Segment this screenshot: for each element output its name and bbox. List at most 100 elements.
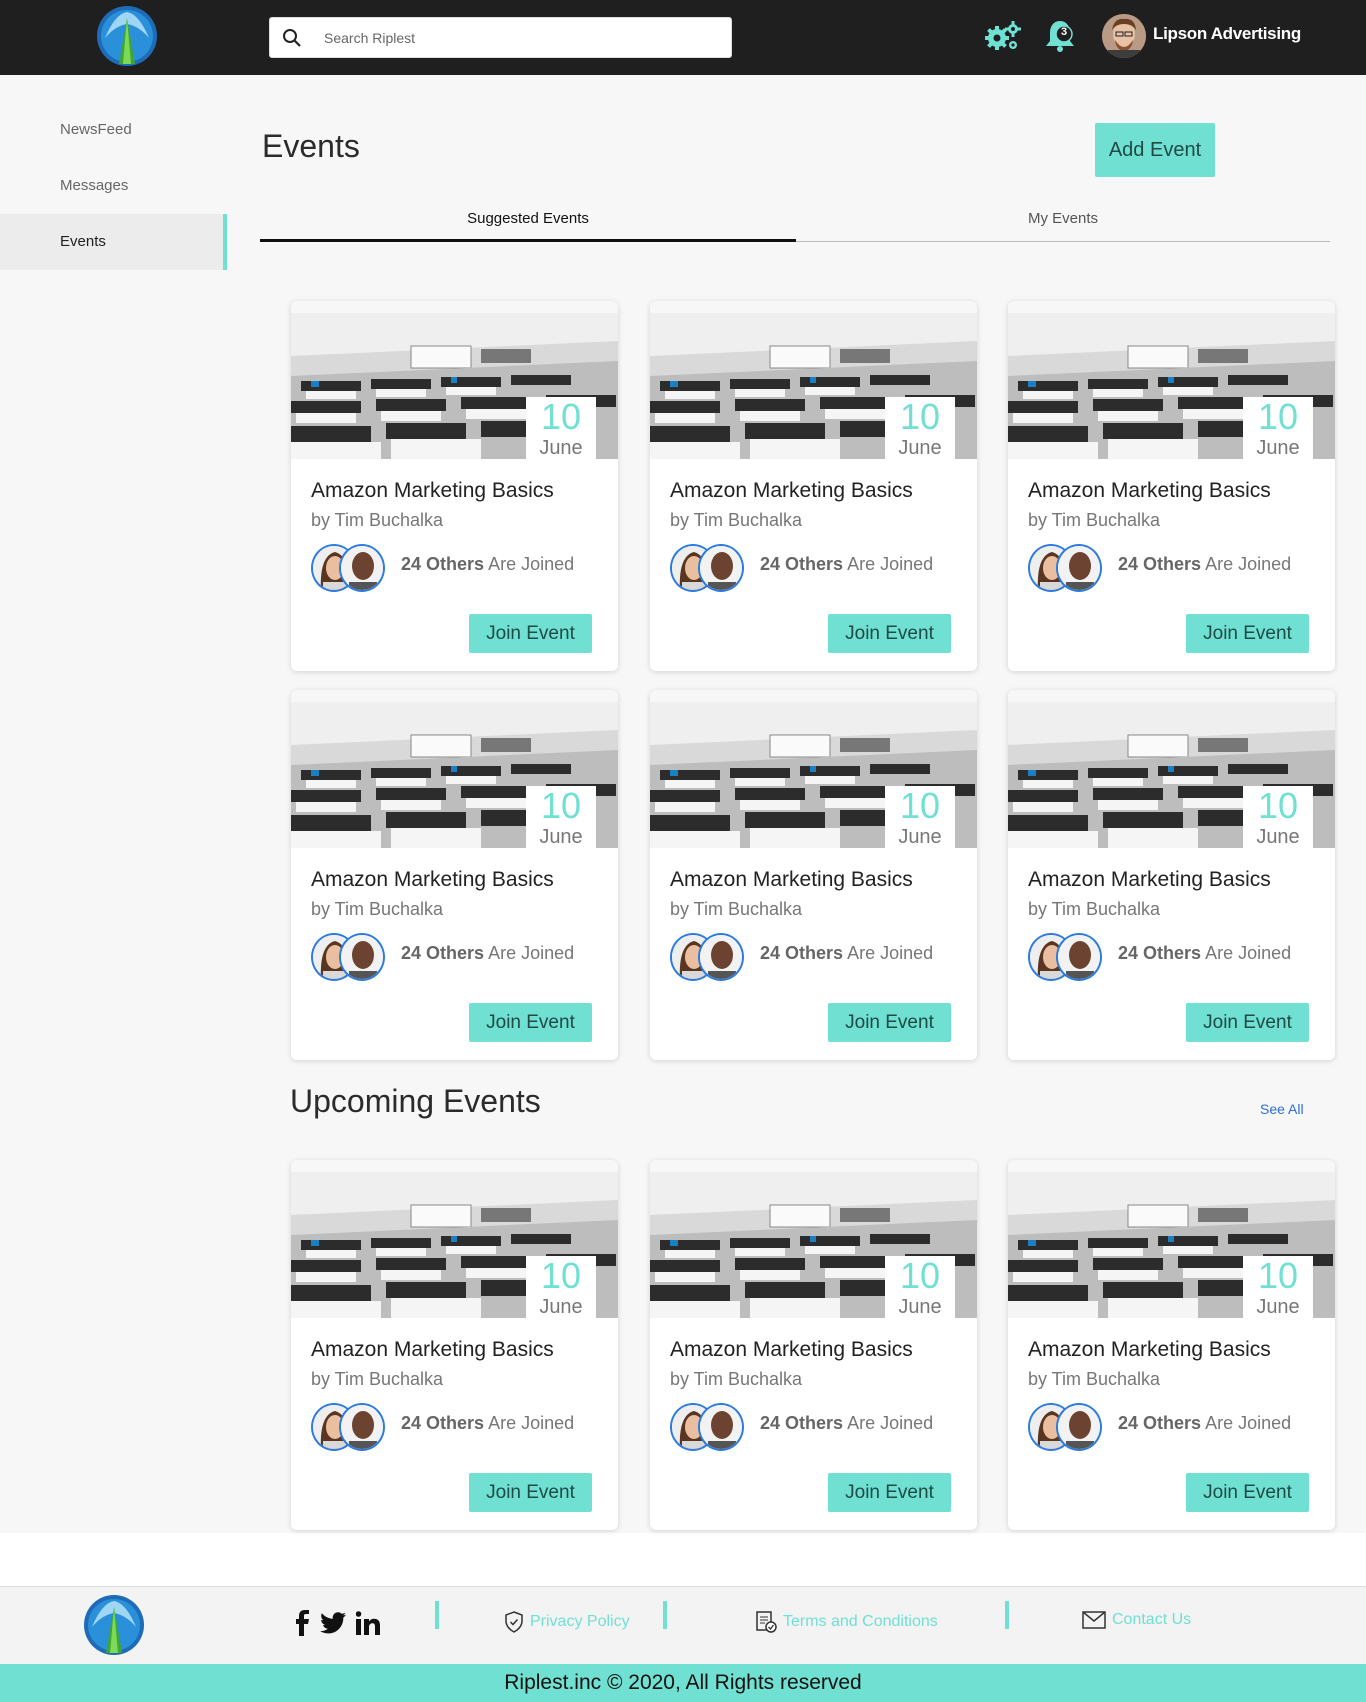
event-title[interactable]: Amazon Marketing Basics (1028, 479, 1271, 503)
event-card[interactable]: 10 June Amazon Marketing Basics by Tim B… (291, 1160, 618, 1530)
join-event-button[interactable]: Join Event (828, 1003, 951, 1042)
user-avatar[interactable] (1102, 14, 1146, 58)
notifications-bell[interactable]: 3 (1042, 18, 1078, 54)
event-day: 10 (540, 1255, 582, 1296)
search-bar[interactable] (269, 17, 732, 58)
event-author: by Tim Buchalka (311, 899, 444, 919)
event-card[interactable]: 10 June Amazon Marketing Basics by Tim B… (1008, 301, 1335, 671)
footer-logo[interactable] (82, 1593, 146, 1657)
event-card[interactable]: 10 June Amazon Marketing Basics by Tim B… (650, 690, 977, 1060)
event-title[interactable]: Amazon Marketing Basics (311, 1338, 554, 1362)
attendee-avatars (670, 544, 746, 592)
event-day: 10 (540, 785, 582, 826)
joined-count: 24 Others Are Joined (760, 943, 934, 963)
event-card[interactable]: 10 June Amazon Marketing Basics by Tim B… (1008, 1160, 1335, 1530)
join-event-button[interactable]: Join Event (1186, 1003, 1309, 1042)
search-icon (283, 29, 301, 47)
join-event-button[interactable]: Join Event (828, 1473, 951, 1512)
top-navigation-bar: 3 Lipson Advertising (0, 0, 1366, 75)
attendee-avatar (698, 544, 744, 592)
see-all-link[interactable]: See All (1260, 1101, 1304, 1117)
footer-separator (1005, 1601, 1009, 1629)
attendee-avatar (339, 933, 385, 981)
event-month: June (898, 1296, 942, 1318)
event-date: 10 June (526, 397, 596, 467)
joined-count: 24 Others Are Joined (760, 1413, 934, 1433)
event-author: by Tim Buchalka (311, 510, 444, 530)
tab-my-events[interactable]: My Events (796, 210, 1330, 242)
event-date: 10 June (1243, 397, 1313, 467)
joined-count: 24 Others Are Joined (1118, 554, 1292, 574)
event-author: by Tim Buchalka (670, 1369, 803, 1389)
joined-count: 24 Others Are Joined (1118, 1413, 1292, 1433)
event-title[interactable]: Amazon Marketing Basics (670, 868, 913, 892)
join-event-button[interactable]: Join Event (469, 1473, 592, 1512)
join-event-button[interactable]: Join Event (828, 614, 951, 653)
join-event-button[interactable]: Join Event (469, 1003, 592, 1042)
sidebar-item-newsfeed[interactable]: NewsFeed (0, 102, 227, 158)
page-title: Events (262, 128, 360, 164)
event-tabs: Suggested Events My Events (260, 210, 1330, 242)
event-day: 10 (1257, 396, 1299, 437)
user-name[interactable]: Lipson Advertising (1153, 24, 1301, 44)
event-day: 10 (899, 785, 941, 826)
event-card[interactable]: 10 June Amazon Marketing Basics by Tim B… (291, 301, 618, 671)
sidebar-item-events[interactable]: Events (0, 214, 227, 270)
join-event-button[interactable]: Join Event (1186, 1473, 1309, 1512)
join-event-button[interactable]: Join Event (469, 614, 592, 653)
event-date: 10 June (1243, 1256, 1313, 1326)
event-title[interactable]: Amazon Marketing Basics (311, 479, 554, 503)
event-month: June (1256, 437, 1300, 459)
attendee-avatars (1028, 933, 1104, 981)
event-card[interactable]: 10 June Amazon Marketing Basics by Tim B… (650, 301, 977, 671)
social-links (294, 1607, 380, 1639)
event-title[interactable]: Amazon Marketing Basics (1028, 1338, 1271, 1362)
join-event-button[interactable]: Join Event (1186, 614, 1309, 653)
event-date: 10 June (526, 786, 596, 856)
event-card[interactable]: 10 June Amazon Marketing Basics by Tim B… (291, 690, 618, 1060)
search-input[interactable] (324, 18, 724, 57)
joined-count: 24 Others Are Joined (1118, 943, 1292, 963)
settings-gears-icon[interactable] (985, 20, 1021, 52)
riplest-logo[interactable] (95, 4, 159, 68)
twitter-icon[interactable] (320, 1612, 346, 1634)
attendee-avatar (339, 1403, 385, 1451)
event-author: by Tim Buchalka (1028, 510, 1161, 530)
joined-count: 24 Others Are Joined (401, 943, 575, 963)
attendee-avatar (339, 544, 385, 592)
envelope-icon (1082, 1611, 1106, 1629)
event-author: by Tim Buchalka (311, 1369, 444, 1389)
contact-us-link[interactable]: Contact Us (1082, 1611, 1191, 1629)
tab-suggested-events[interactable]: Suggested Events (260, 210, 796, 242)
linkedin-icon[interactable] (356, 1611, 380, 1635)
event-card[interactable]: 10 June Amazon Marketing Basics by Tim B… (650, 1160, 977, 1530)
attendee-avatars (311, 1403, 387, 1451)
footer-separator (663, 1601, 667, 1629)
joined-count: 24 Others Are Joined (401, 1413, 575, 1433)
attendee-avatar (1056, 1403, 1102, 1451)
event-month: June (539, 1296, 583, 1318)
event-title[interactable]: Amazon Marketing Basics (670, 479, 913, 503)
copyright-bar: Riplest.inc © 2020, All Rights reserved (0, 1664, 1366, 1702)
add-event-button[interactable]: Add Event (1095, 123, 1215, 177)
facebook-icon[interactable] (294, 1610, 310, 1636)
attendee-avatars (311, 544, 387, 592)
terms-link[interactable]: Terms and Conditions (755, 1611, 938, 1633)
event-author: by Tim Buchalka (1028, 1369, 1161, 1389)
event-author: by Tim Buchalka (670, 899, 803, 919)
sidebar-item-messages[interactable]: Messages (0, 158, 227, 214)
attendee-avatar (1056, 933, 1102, 981)
event-title[interactable]: Amazon Marketing Basics (311, 868, 554, 892)
event-day: 10 (899, 1255, 941, 1296)
privacy-policy-link[interactable]: Privacy Policy (504, 1611, 630, 1633)
event-month: June (539, 826, 583, 848)
event-month: June (898, 826, 942, 848)
joined-count: 24 Others Are Joined (760, 554, 934, 574)
event-title[interactable]: Amazon Marketing Basics (670, 1338, 913, 1362)
event-date: 10 June (526, 1256, 596, 1326)
attendee-avatars (311, 933, 387, 981)
event-date: 10 June (1243, 786, 1313, 856)
event-card[interactable]: 10 June Amazon Marketing Basics by Tim B… (1008, 690, 1335, 1060)
event-month: June (1256, 1296, 1300, 1318)
event-title[interactable]: Amazon Marketing Basics (1028, 868, 1271, 892)
